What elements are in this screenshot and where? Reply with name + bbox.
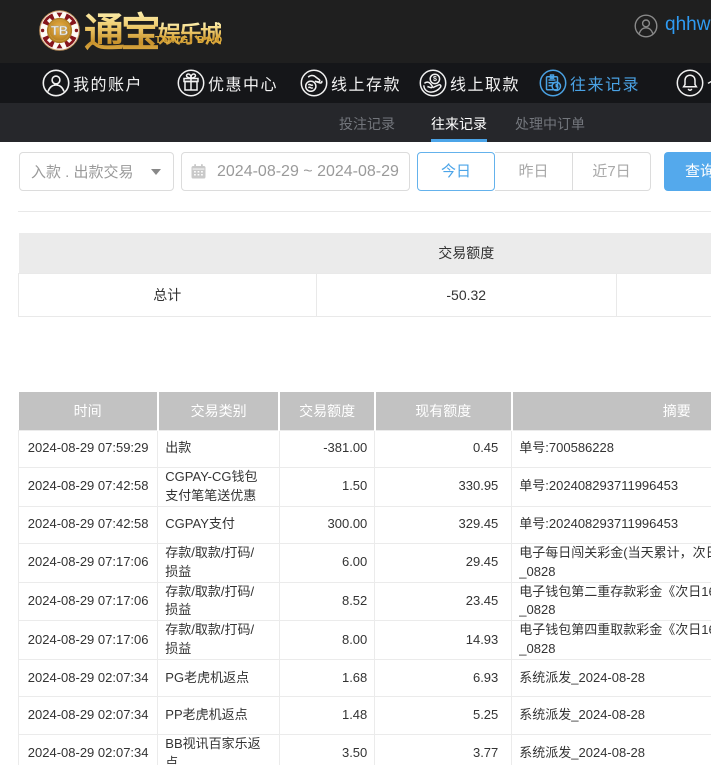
svg-text:TB: TB	[51, 23, 68, 38]
svg-text:$: $	[433, 76, 437, 83]
